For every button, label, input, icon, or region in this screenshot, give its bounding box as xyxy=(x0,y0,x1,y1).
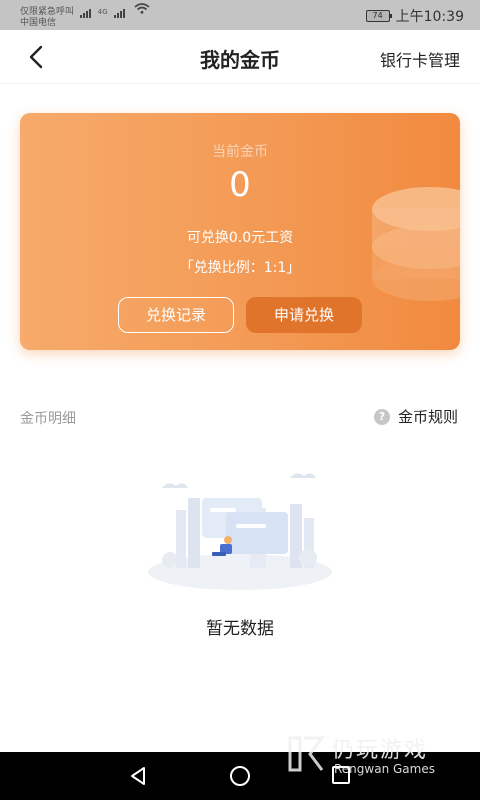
signal-icon-2 xyxy=(113,7,126,18)
status-right: 74 上午10:39 xyxy=(365,6,464,26)
empty-state-illustration xyxy=(148,473,332,590)
exchange-ratio: 「兑换比例：1:1」 xyxy=(179,260,301,276)
apply-exchange-button[interactable]: 申请兑换 xyxy=(246,297,362,333)
back-arrow-icon[interactable] xyxy=(24,44,50,70)
wifi-icon xyxy=(134,3,150,18)
coin-rules-label: 金币规则 xyxy=(397,408,458,426)
status-bar: 仅限紧急呼叫 4G 中国电信 74 上午10:39 xyxy=(0,0,480,30)
network-type: 4G xyxy=(97,8,108,16)
carrier-name: 中国电信 xyxy=(20,18,57,28)
help-icon: ? xyxy=(373,408,390,425)
coin-details-label: 金币明细 xyxy=(20,411,76,427)
current-coins-label: 当前金币 xyxy=(212,144,268,160)
coin-balance-card: 当前金币 0 可兑换0.0元工资 「兑换比例：1:1」 兑换记录 申请兑换 xyxy=(20,113,460,350)
watermark-logo-icon xyxy=(288,736,325,772)
watermark-subtitle: Rengwan Games xyxy=(334,762,435,776)
exchange-history-button[interactable]: 兑换记录 xyxy=(118,297,234,333)
battery-icon: 74 xyxy=(365,10,392,22)
coin-rules-link[interactable]: ? 金币规则 xyxy=(373,406,458,427)
status-time: 上午10:39 xyxy=(395,9,464,25)
signal-icon xyxy=(79,7,92,18)
watermark: 仍玩游戏 Rengwan Games xyxy=(286,730,456,784)
watermark-title: 仍玩游戏 xyxy=(332,738,429,763)
carrier-emergency-text: 仅限紧急呼叫 xyxy=(20,7,75,17)
carrier-info: 仅限紧急呼叫 4G 中国电信 xyxy=(20,3,150,29)
header-bar: 我的金币 银行卡管理 xyxy=(0,30,480,84)
empty-state-text: 暂无数据 xyxy=(206,619,274,639)
coin-balance-value: 0 xyxy=(229,165,251,205)
system-home-icon[interactable] xyxy=(230,766,250,786)
system-back-icon[interactable] xyxy=(128,766,148,786)
convertible-amount: 可兑换0.0元工资 xyxy=(186,230,294,246)
bank-card-manage-button[interactable]: 银行卡管理 xyxy=(380,47,460,71)
